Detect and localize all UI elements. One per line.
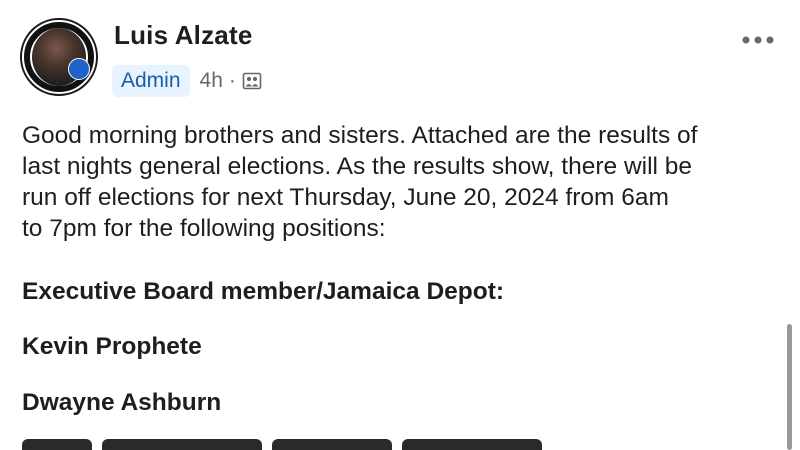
post-body: Good morning brothers and sisters. Attac… — [22, 120, 782, 244]
admin-badge[interactable]: Admin — [112, 65, 190, 97]
meta-separator: · — [228, 69, 236, 92]
section-heading: Executive Board member/Jamaica Depot: — [22, 278, 505, 305]
candidate-name: Dwayne Ashburn — [22, 389, 222, 416]
author-avatar[interactable] — [20, 18, 98, 96]
candidate-name: Kevin Prophete — [22, 333, 202, 360]
facebook-post: Luis Alzate Admin 4h · Good morning brot… — [0, 0, 800, 450]
author-name[interactable]: Luis Alzate — [114, 20, 252, 51]
post-timestamp[interactable]: 4h — [200, 69, 223, 93]
post-meta: Admin 4h · — [112, 64, 262, 98]
cut-off-text-line — [22, 438, 632, 450]
more-dots-icon — [742, 36, 774, 44]
avatar-badge-icon — [68, 58, 90, 80]
more-options-button[interactable] — [738, 28, 778, 52]
post-body-paragraph: Good morning brothers and sisters. Attac… — [22, 122, 698, 242]
group-members-icon[interactable] — [242, 71, 262, 91]
scrollbar[interactable] — [787, 324, 792, 450]
